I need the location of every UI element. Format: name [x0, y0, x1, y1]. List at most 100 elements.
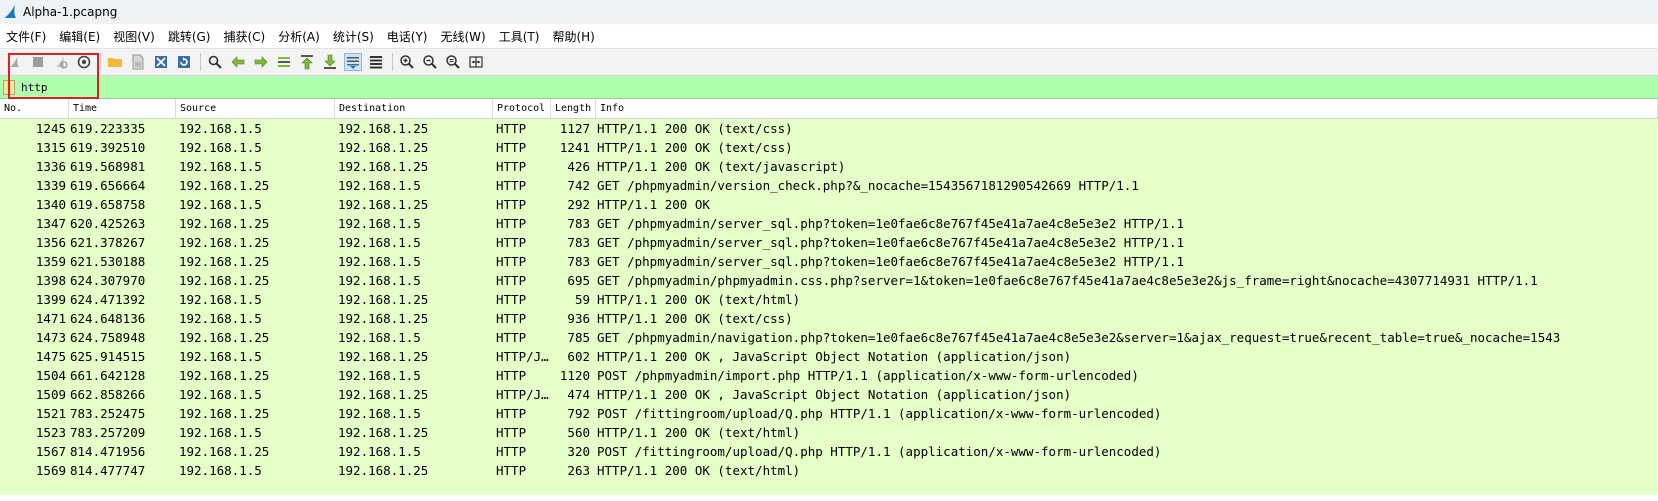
colorize-icon[interactable] [367, 53, 385, 71]
go-forward-icon[interactable] [252, 53, 270, 71]
packet-no: 1347 [35, 216, 66, 231]
packet-row[interactable]: 1336 619.568981 192.168.1.5 192.168.1.25 HTT… [0, 157, 1658, 176]
packet-row[interactable]: 1398 624.307970 192.168.1.25 192.168.1.5 HTT… [0, 271, 1658, 290]
packet-source: 192.168.1.5 [179, 463, 262, 478]
filter-bookmark-icon[interactable] [3, 79, 15, 95]
packet-row[interactable]: 1356 621.378267 192.168.1.25 192.168.1.5 HTT… [0, 233, 1658, 252]
packet-time: 619.658758 [70, 197, 146, 212]
packet-source: 192.168.1.5 [179, 425, 262, 440]
packet-row[interactable]: 1245 619.223335 192.168.1.5 192.168.1.25 HTT… [0, 119, 1658, 138]
packet-length: 560 [567, 425, 590, 440]
packet-destination: 192.168.1.25 [338, 159, 429, 174]
toolbar-separator [200, 53, 201, 71]
go-back-icon[interactable] [229, 53, 247, 71]
menu-tools[interactable]: 工具(T) [499, 28, 540, 45]
packet-row[interactable]: 1471 624.648136 192.168.1.5 192.168.1.25 HTT… [0, 309, 1658, 328]
menu-file[interactable]: 文件(F) [6, 28, 46, 45]
packet-row[interactable]: 1473 624.758948 192.168.1.25 192.168.1.5 HTT… [0, 328, 1658, 347]
packet-row[interactable]: 1339 619.656664 192.168.1.25 192.168.1.5 HTT… [0, 176, 1658, 195]
column-header-info[interactable]: Info [596, 99, 1658, 118]
packet-length: 742 [567, 178, 590, 193]
packet-info: HTTP/1.1 200 OK (text/css) [597, 140, 793, 155]
toolbar-separator [100, 53, 101, 71]
packet-info: GET /phpmyadmin/server_sql.php?token=1e0… [597, 235, 1184, 250]
zoom-out-icon[interactable] [421, 53, 439, 71]
save-file-icon[interactable] [129, 53, 147, 71]
packet-no: 1315 [35, 140, 66, 155]
packet-length: 936 [567, 311, 590, 326]
packet-row[interactable]: 1509 662.858266 192.168.1.5 192.168.1.25 HTT… [0, 385, 1658, 404]
packet-row[interactable]: 1340 619.658758 192.168.1.5 192.168.1.25 HTT… [0, 195, 1658, 214]
display-filter-input[interactable] [21, 80, 1621, 94]
menu-statistics[interactable]: 统计(S) [333, 28, 374, 45]
packet-destination: 192.168.1.5 [338, 330, 421, 345]
packet-source: 192.168.1.5 [179, 140, 262, 155]
packet-time: 783.252475 [70, 406, 146, 421]
packet-row[interactable]: 1347 620.425263 192.168.1.25 192.168.1.5 HTT… [0, 214, 1658, 233]
packet-row[interactable]: 1569 814.477747 192.168.1.5 192.168.1.25 HTT… [0, 461, 1658, 480]
packet-info: HTTP/1.1 200 OK , JavaScript Object Nota… [597, 387, 1072, 402]
find-packet-icon[interactable] [206, 53, 224, 71]
zoom-in-icon[interactable] [398, 53, 416, 71]
column-header-no[interactable]: No. [0, 99, 69, 118]
packet-protocol: HTTP [496, 463, 527, 478]
packet-time: 624.758948 [70, 330, 146, 345]
packet-info: GET /phpmyadmin/navigation.php?token=1e0… [597, 330, 1561, 345]
menu-edit[interactable]: 编辑(E) [59, 28, 100, 45]
packet-row[interactable]: 1504 661.642128 192.168.1.25 192.168.1.5 HTT… [0, 366, 1658, 385]
packet-row[interactable]: 1523 783.257209 192.168.1.5 192.168.1.25 HTT… [0, 423, 1658, 442]
go-to-packet-icon[interactable] [275, 53, 293, 71]
packet-destination: 192.168.1.25 [338, 387, 429, 402]
packet-row[interactable]: 1359 621.530188 192.168.1.25 192.168.1.5 HTT… [0, 252, 1658, 271]
packet-length: 1127 [559, 121, 590, 136]
menu-wireless[interactable]: 无线(W) [441, 28, 486, 45]
packet-source: 192.168.1.5 [179, 159, 262, 174]
packet-row[interactable]: 1315 619.392510 192.168.1.5 192.168.1.25 HTT… [0, 138, 1658, 157]
autoscroll-icon[interactable] [344, 53, 362, 71]
first-packet-icon[interactable] [298, 53, 316, 71]
packet-no: 1399 [35, 292, 66, 307]
open-file-icon[interactable] [106, 53, 124, 71]
capture-options-icon[interactable] [75, 53, 93, 71]
menu-help[interactable]: 帮助(H) [552, 28, 594, 45]
column-header-destination[interactable]: Destination [335, 99, 493, 118]
menu-telephony[interactable]: 电话(Y) [387, 28, 428, 45]
packet-protocol: HTTP [496, 368, 527, 383]
packet-row[interactable]: 1567 814.471956 192.168.1.25 192.168.1.5 HTT… [0, 442, 1658, 461]
menu-go[interactable]: 跳转(G) [168, 28, 211, 45]
menu-bar: 文件(F) 编辑(E) 视图(V) 跳转(G) 捕获(C) 分析(A) 统计(S… [0, 24, 1658, 48]
column-header-length[interactable]: Length [551, 99, 596, 118]
restart-capture-icon[interactable] [52, 53, 70, 71]
normal-size-icon[interactable] [444, 53, 462, 71]
resize-columns-icon[interactable] [467, 53, 485, 71]
packet-source: 192.168.1.5 [179, 387, 262, 402]
column-header-protocol[interactable]: Protocol [493, 99, 551, 118]
last-packet-icon[interactable] [321, 53, 339, 71]
packet-length: 1120 [559, 368, 590, 383]
packet-row[interactable]: 1521 783.252475 192.168.1.25 192.168.1.5 HTT… [0, 404, 1658, 423]
packet-protocol: HTTP/J… [496, 349, 549, 364]
packet-destination: 192.168.1.5 [338, 444, 421, 459]
packet-row[interactable]: 1399 624.471392 192.168.1.5 192.168.1.25 HTT… [0, 290, 1658, 309]
packet-protocol: HTTP [496, 292, 527, 307]
packet-protocol: HTTP [496, 406, 527, 421]
packet-time: 620.425263 [70, 216, 146, 231]
menu-view[interactable]: 视图(V) [113, 28, 155, 45]
start-capture-icon[interactable] [6, 53, 24, 71]
menu-analyze[interactable]: 分析(A) [278, 28, 320, 45]
column-header-time[interactable]: Time [69, 99, 176, 118]
packet-length: 783 [567, 254, 590, 269]
packet-time: 624.648136 [70, 311, 146, 326]
packet-info: HTTP/1.1 200 OK (text/css) [597, 311, 793, 326]
packet-time: 621.530188 [70, 254, 146, 269]
column-header-source[interactable]: Source [176, 99, 335, 118]
packet-length: 695 [567, 273, 590, 288]
reload-file-icon[interactable] [175, 53, 193, 71]
close-file-icon[interactable] [152, 53, 170, 71]
menu-capture[interactable]: 捕获(C) [223, 28, 265, 45]
stop-capture-icon[interactable] [29, 53, 47, 71]
packet-no: 1569 [35, 463, 66, 478]
packet-row[interactable]: 1475 625.914515 192.168.1.5 192.168.1.25 HTT… [0, 347, 1658, 366]
packet-time: 814.471956 [70, 444, 146, 459]
packet-protocol: HTTP [496, 121, 527, 136]
